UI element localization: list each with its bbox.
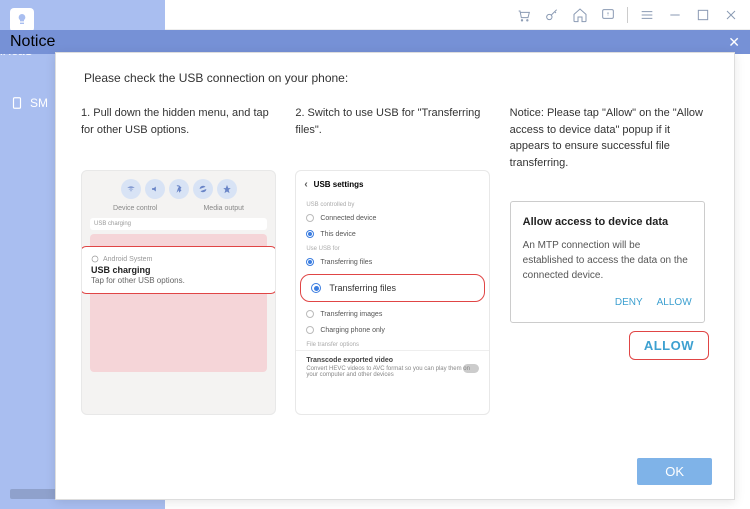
step-2-text: 2. Switch to use USB for "Transferring f… [295,105,494,155]
subheader-title: Notice [10,33,55,51]
modal-prompt: Please check the USB connection on your … [56,53,734,95]
radio-selected-icon [311,283,321,293]
mock1-toggle-row [90,179,267,199]
mock2-row-connected: Connected device [296,210,489,226]
mock2-header: USB settings [314,180,364,189]
callout-transferring: Transferring files [329,283,396,293]
android-icon [91,255,99,263]
mock2-sec-a: USB controlled by [296,198,489,210]
deny-button[interactable]: DENY [615,297,643,308]
subheader-close-icon[interactable]: ✕ [728,34,740,51]
mock2-sec-b: Use USB for [296,242,489,254]
sidebar-item-label: SM [30,96,48,110]
mock1-tab-b: Media output [203,205,243,212]
mock2-row-this: This device [296,226,489,242]
notice-modal: Please check the USB connection on your … [55,52,735,500]
mock2-row-charge: Charging phone only [296,322,489,338]
step-1-text: 1. Pull down the hidden menu, and tap fo… [81,105,280,155]
maximize-icon[interactable] [694,6,712,24]
menu-icon[interactable] [638,6,656,24]
sound-icon [145,179,165,199]
callout-title: USB charging [91,265,266,275]
callout-sub: Android System [103,256,152,263]
back-icon: ‹ [304,179,307,190]
callout-text: Tap for other USB options. [91,276,266,285]
home-icon[interactable] [571,6,589,24]
titlebar-divider [627,7,628,23]
step-3: Notice: Please tap "Allow" on the "Allow… [510,105,709,415]
step-3-text: Notice: Please tap "Allow" on the "Allow… [510,105,709,171]
key-icon[interactable] [543,6,561,24]
dialog-title: Allow access to device data [523,216,692,228]
step-1-callout: Android System USB charging Tap for othe… [81,246,276,294]
allow-button[interactable]: ALLOW [657,297,692,308]
dialog-text: An MTP connection will be established to… [523,238,692,283]
airplane-icon [217,179,237,199]
mock2-row-tfiles: Transferring files [296,254,489,270]
cart-icon[interactable] [515,6,533,24]
app-logo-icon [10,8,34,32]
step-2-callout: Transferring files [300,274,485,302]
step-2: 2. Switch to use USB for "Transferring f… [295,105,494,415]
wifi-icon [121,179,141,199]
bluetooth-icon [169,179,189,199]
subheader: Notice ✕ [0,30,750,54]
mock2-row-timages: Transferring images [296,306,489,322]
mock1-blur-notif: USB charging [90,218,267,230]
step-1: 1. Pull down the hidden menu, and tap fo… [81,105,280,415]
step-1-mock: Device control Media output USB charging… [81,170,276,415]
mock2-sec-c: File transfer options [296,338,489,350]
close-icon[interactable] [722,6,740,24]
titlebar [165,0,750,30]
rotate-icon [193,179,213,199]
allow-highlight: ALLOW [629,331,709,360]
mock2-footer-title: Transcode exported video [306,357,479,364]
mock2-footer-text: Convert HEVC videos to AVC format so you… [306,366,479,378]
step-3-callout: ALLOW [510,331,709,360]
step-2-mock: ‹ USB settings USB controlled by Connect… [295,170,490,415]
steps-row: 1. Pull down the hidden menu, and tap fo… [56,95,734,415]
minimize-icon[interactable] [666,6,684,24]
feedback-icon[interactable] [599,6,617,24]
step-3-dialog: Allow access to device data An MTP conne… [510,201,705,323]
mock2-footer: Transcode exported video Convert HEVC vi… [296,350,489,384]
ok-button[interactable]: OK [637,458,712,485]
mock1-tab-a: Device control [113,205,157,212]
